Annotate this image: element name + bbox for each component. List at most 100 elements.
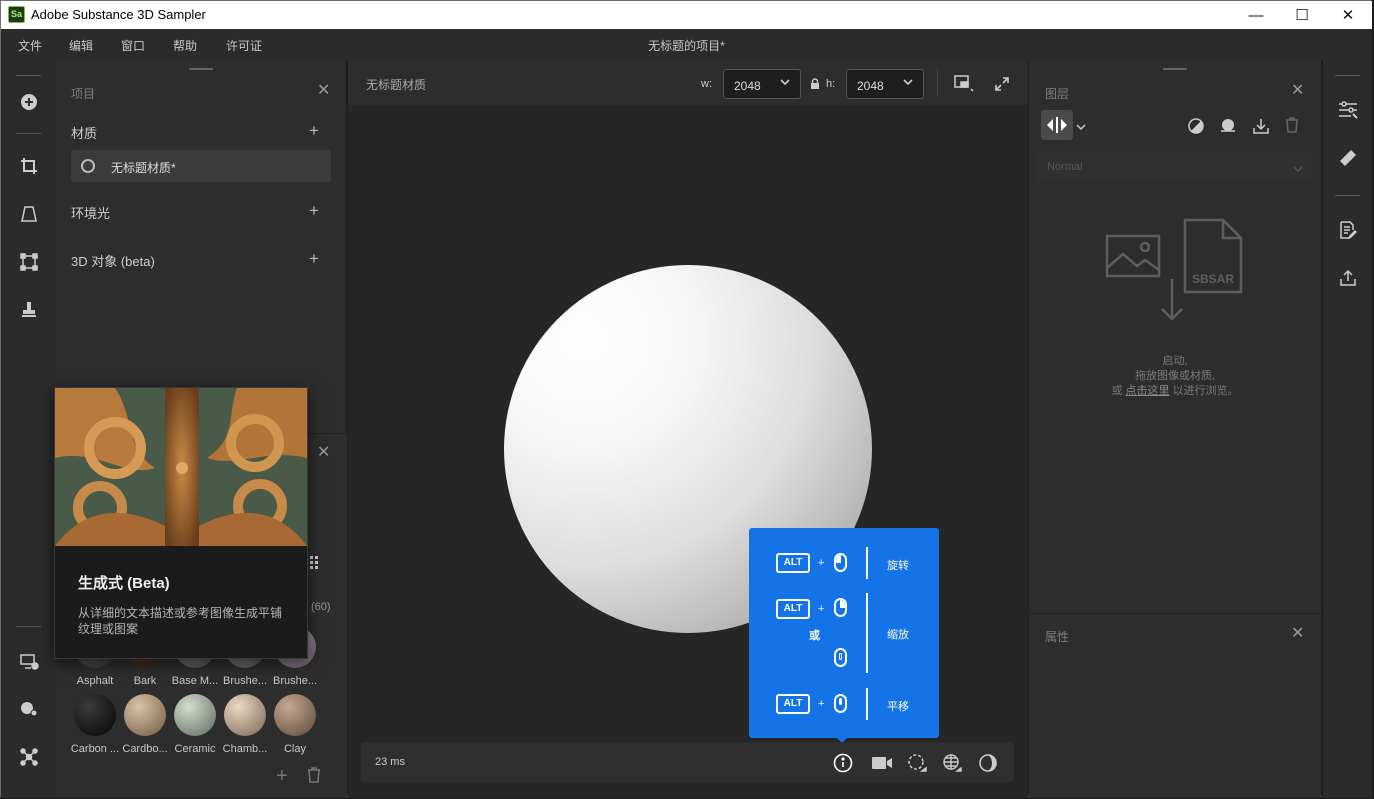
- display-settings-icon[interactable]: [15, 648, 43, 676]
- mouse-middle-icon: [834, 694, 847, 713]
- plus-zoom: +: [818, 603, 825, 615]
- mouse-right-icon: [834, 598, 847, 617]
- compare-toggle-icon[interactable]: [1041, 110, 1073, 140]
- fill-layer-icon[interactable]: [1219, 117, 1237, 140]
- asset-count: (60): [311, 601, 331, 613]
- mouse-left-icon: [834, 553, 847, 572]
- sbsar-label: SBSAR: [1191, 272, 1234, 286]
- layers-panel: 图层 ✕ Normal SBSAR 启动, 拖放图像或材质, 或 点击这里 以进…: [1029, 61, 1321, 613]
- properties-panel-title: 属性: [1045, 630, 1070, 644]
- add-material-button[interactable]: +: [309, 122, 319, 139]
- viewport-title: 无标题材质: [366, 78, 427, 92]
- material-status-icon: [81, 159, 95, 173]
- close-properties-panel-icon[interactable]: ✕: [1291, 626, 1304, 642]
- adjustments-icon[interactable]: [1334, 96, 1362, 124]
- perspective-icon[interactable]: [15, 200, 43, 228]
- header-divider: [937, 69, 938, 97]
- right-toolbar: [1322, 61, 1372, 798]
- close-layers-panel-icon[interactable]: ✕: [1291, 83, 1304, 99]
- asset-thumb-carbon[interactable]: [74, 694, 116, 736]
- chevron-down-icon: [902, 76, 914, 91]
- title-bar: Sa Adobe Substance 3D Sampler — ☐ ✕: [1, 1, 1372, 29]
- hint-divider: [866, 593, 868, 673]
- render-time: 23 ms: [375, 756, 405, 768]
- materials-section-title: 材质: [71, 126, 98, 141]
- add-asset-button[interactable]: +: [276, 766, 288, 786]
- generative-card-title: 生成式 (Beta): [78, 575, 170, 592]
- panel-grip[interactable]: [1163, 68, 1187, 70]
- sbsar-file-icon: SBSAR: [1183, 218, 1243, 294]
- empty-line-1: 启动,: [1162, 355, 1188, 367]
- toolbar-divider: [16, 75, 41, 76]
- add-object-button[interactable]: +: [309, 250, 319, 267]
- edit-document-icon[interactable]: [1334, 216, 1362, 244]
- nodes-icon[interactable]: [15, 743, 43, 771]
- chevron-down-icon[interactable]: [1076, 119, 1086, 137]
- close-assets-panel-icon[interactable]: ✕: [317, 445, 330, 461]
- hint-divider: [866, 688, 868, 720]
- width-label: w:: [701, 78, 712, 90]
- objects-section-title: 3D 对象 (beta): [71, 254, 155, 269]
- maximize-button[interactable]: ☐: [1279, 1, 1325, 29]
- alt-key-zoom: ALT: [776, 599, 810, 619]
- blend-mode-dropdown[interactable]: Normal: [1037, 153, 1313, 181]
- project-panel-title: 项目: [71, 87, 96, 101]
- grid-view-icon[interactable]: [310, 556, 322, 575]
- crop-icon[interactable]: [15, 152, 43, 180]
- material-item-label: 无标题材质*: [111, 161, 176, 175]
- material-sphere-icon[interactable]: [977, 752, 999, 774]
- environment-section-title: 环境光: [71, 206, 111, 221]
- trash-icon[interactable]: [307, 767, 321, 788]
- empty-line-2: 拖放图像或材质,: [1134, 370, 1216, 382]
- left-toolbar: [1, 61, 55, 798]
- mask-icon[interactable]: [1188, 118, 1204, 139]
- asset-thumb-ceramic[interactable]: [174, 694, 216, 736]
- camera-icon[interactable]: [869, 752, 895, 774]
- view-mode-icon[interactable]: [954, 75, 974, 98]
- browse-link[interactable]: 点击这里: [1126, 385, 1170, 397]
- info-icon[interactable]: [832, 752, 854, 774]
- material-settings-icon[interactable]: [15, 695, 43, 723]
- lock-icon[interactable]: [810, 77, 820, 95]
- chevron-down-icon: [779, 76, 791, 91]
- width-dropdown[interactable]: 2048: [723, 69, 801, 99]
- ruler-icon[interactable]: [1334, 144, 1362, 172]
- carved-wood-image: [55, 388, 307, 546]
- import-icon[interactable]: [1252, 117, 1270, 140]
- asset-thumb-clay[interactable]: [274, 694, 316, 736]
- sampler-logo-icon: Sa: [8, 6, 25, 23]
- close-project-panel-icon[interactable]: ✕: [317, 83, 330, 99]
- add-icon[interactable]: [15, 88, 43, 116]
- delete-layer-icon[interactable]: [1285, 117, 1299, 138]
- export-icon[interactable]: [1334, 264, 1362, 292]
- asset-label-base: Base M...: [171, 675, 219, 687]
- close-window-button[interactable]: ✕: [1325, 1, 1371, 29]
- minimize-button[interactable]: —: [1233, 1, 1279, 29]
- asset-label-brushed2: Brushe...: [272, 675, 318, 687]
- add-environment-button[interactable]: +: [309, 202, 319, 219]
- generative-card-description-line-1: 从详细的文本描述或参考图像生成平铺: [78, 606, 283, 620]
- window-title: Adobe Substance 3D Sampler: [31, 7, 206, 22]
- properties-panel: 属性 ✕: [1029, 614, 1321, 798]
- asset-thumb-cardboard[interactable]: [124, 694, 166, 736]
- fullscreen-icon[interactable]: [994, 76, 1010, 97]
- asset-thumb-chamber[interactable]: [224, 694, 266, 736]
- viewport[interactable]: 无标题材质 w: 2048 h: 2048 ALT + 旋转 ALT + 或 缩…: [348, 61, 1028, 798]
- stamp-icon[interactable]: [15, 296, 43, 324]
- panel-grip[interactable]: [189, 68, 213, 70]
- plus-pan: +: [818, 698, 825, 710]
- blend-mode-value: Normal: [1047, 161, 1083, 173]
- transform-icon[interactable]: [15, 248, 43, 276]
- asset-label-carbon: Carbon ...: [70, 743, 120, 755]
- project-title: 无标题的项目*: [648, 39, 725, 53]
- menu-bar: 文件 编辑 窗口 帮助 许可证 无标题的项目*: [1, 29, 1372, 61]
- asset-label-brushed1: Brushe...: [222, 675, 268, 687]
- height-label: h:: [826, 78, 836, 90]
- material-item[interactable]: 无标题材质*: [71, 150, 331, 182]
- generative-feature-card[interactable]: 生成式 (Beta) 从详细的文本描述或参考图像生成平铺 纹理或图案: [54, 387, 308, 659]
- environment-light-icon[interactable]: [906, 752, 928, 774]
- height-dropdown[interactable]: 2048: [846, 69, 924, 99]
- layers-panel-title: 图层: [1045, 87, 1070, 101]
- mesh-icon[interactable]: [941, 752, 963, 774]
- app-window: Sa Adobe Substance 3D Sampler — ☐ ✕ 文件 编…: [0, 0, 1372, 798]
